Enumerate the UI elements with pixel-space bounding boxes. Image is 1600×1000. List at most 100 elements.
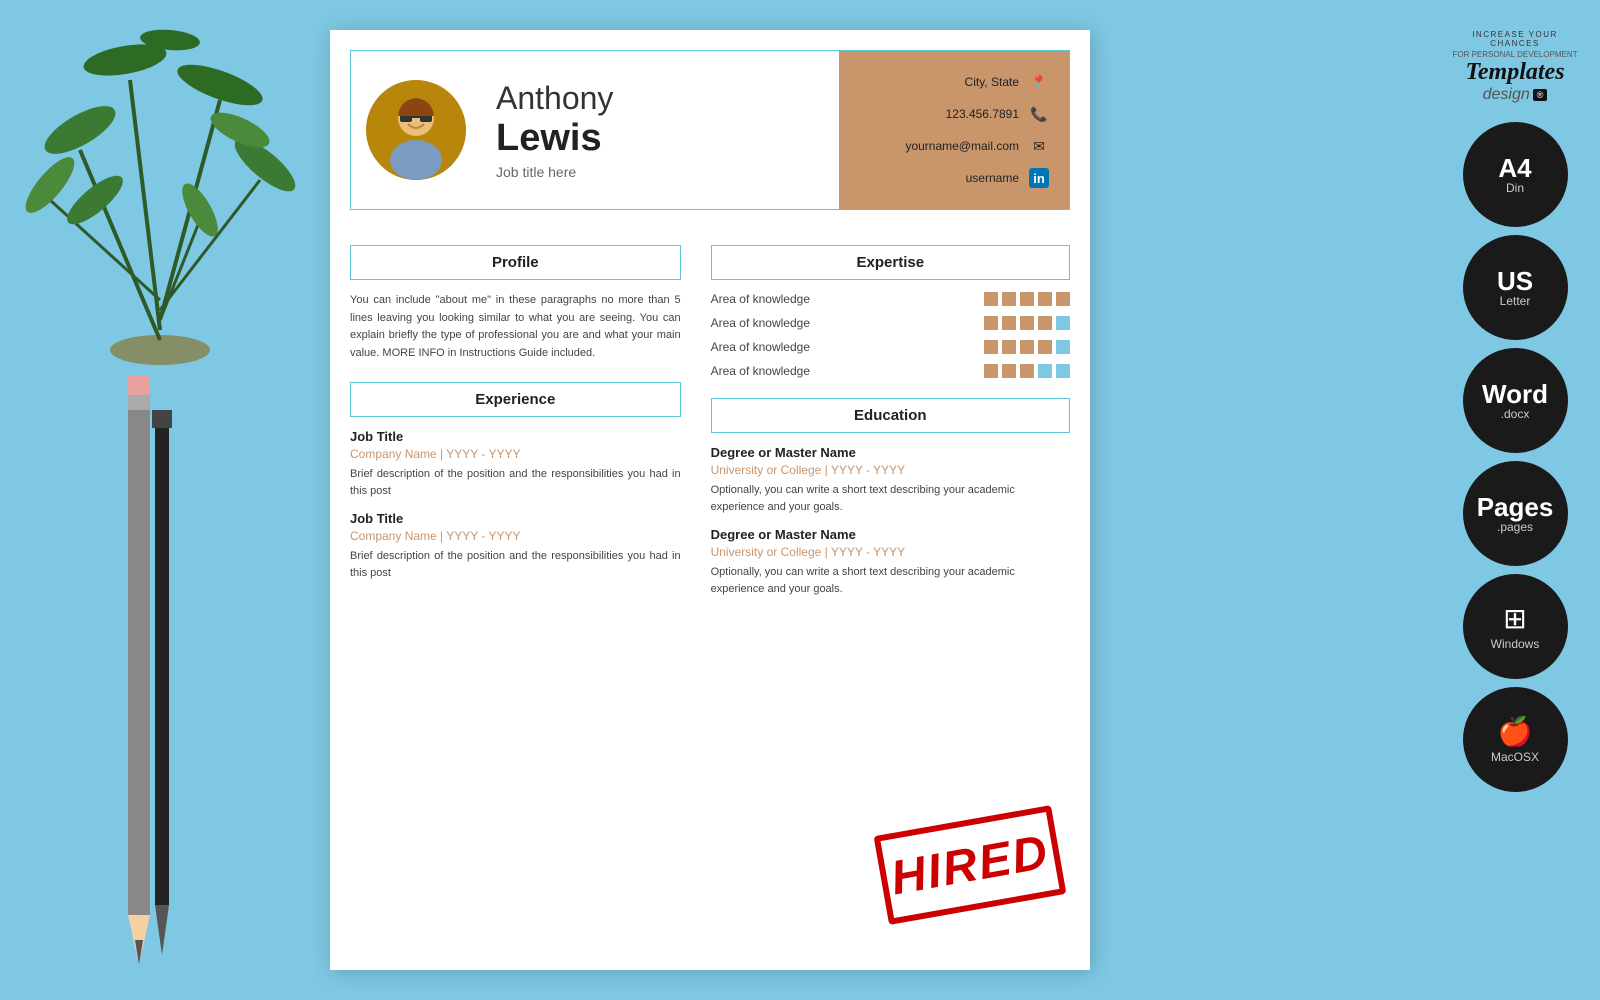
skill-dots-1	[984, 292, 1070, 306]
profile-section: Profile You can include "about me" in th…	[350, 245, 681, 362]
hired-stamp: HIRED	[874, 805, 1067, 925]
badge-us: US Letter	[1463, 235, 1568, 340]
skill-dots-2	[984, 316, 1070, 330]
linkedin-text: username	[966, 171, 1019, 185]
company-1: Company Name | YYYY - YYYY	[350, 447, 681, 461]
badge-macosx-sub: MacOSX	[1491, 750, 1539, 764]
phone-icon: 📞	[1029, 104, 1049, 124]
edu-desc-1: Optionally, you can write a short text d…	[711, 482, 1070, 515]
dot	[1056, 292, 1070, 306]
dot-empty	[1038, 364, 1052, 378]
phone-text: 123.456.7891	[946, 107, 1019, 121]
dot	[984, 364, 998, 378]
resume-body: Profile You can include "about me" in th…	[330, 225, 1090, 617]
education-header: Education	[711, 398, 1070, 433]
job-title: Job title here	[496, 164, 824, 180]
avatar	[366, 80, 466, 180]
profile-text: You can include "about me" in these para…	[350, 292, 681, 362]
expertise-item-4: Area of knowledge	[711, 364, 1070, 378]
dot-empty	[1056, 316, 1070, 330]
dot	[1002, 316, 1016, 330]
dot-empty	[1056, 364, 1070, 378]
expertise-section: Expertise Area of knowledge Area of know…	[711, 245, 1070, 378]
left-column: Profile You can include "about me" in th…	[350, 245, 696, 597]
experience-header: Experience	[350, 382, 681, 417]
expertise-item-3: Area of knowledge	[711, 340, 1070, 354]
expertise-item-2: Area of knowledge	[711, 316, 1070, 330]
badge-word-main: Word	[1482, 381, 1548, 407]
skill-dots-4	[984, 364, 1070, 378]
badge-pages-main: Pages	[1477, 494, 1554, 520]
dot	[984, 340, 998, 354]
dot	[1002, 340, 1016, 354]
job-title-2: Job Title	[350, 511, 681, 526]
linkedin-icon: in	[1029, 168, 1049, 188]
location-icon: 📍	[1029, 72, 1049, 92]
city-text: City, State	[965, 75, 1019, 89]
badge-word: Word .docx	[1463, 348, 1568, 453]
hired-text: HIRED	[887, 824, 1053, 906]
email-text: yourname@mail.com	[905, 139, 1019, 153]
badge-a4-main: A4	[1498, 155, 1531, 181]
job-item-1: Job Title Company Name | YYYY - YYYY Bri…	[350, 429, 681, 499]
dot-empty	[1056, 340, 1070, 354]
apple-icon: 🍎	[1498, 715, 1533, 748]
edu-item-2: Degree or Master Name University or Coll…	[711, 527, 1070, 597]
badge-us-sub: Letter	[1500, 294, 1531, 308]
dot	[1020, 340, 1034, 354]
job-desc-1: Brief description of the position and th…	[350, 466, 681, 499]
phone-contact: 123.456.7891 📞	[859, 104, 1049, 124]
badge-macosx: 🍎 MacOSX	[1463, 687, 1568, 792]
profile-header: Profile	[350, 245, 681, 280]
dot	[984, 316, 998, 330]
job-item-2: Job Title Company Name | YYYY - YYYY Bri…	[350, 511, 681, 581]
badge-windows: ⊞ Windows	[1463, 574, 1568, 679]
dot	[1020, 364, 1034, 378]
dot	[1020, 316, 1034, 330]
job-desc-2: Brief description of the position and th…	[350, 548, 681, 581]
resume-header: Anthony Lewis Job title here City, State…	[350, 50, 1070, 210]
job-title-1: Job Title	[350, 429, 681, 444]
header-photo	[351, 51, 481, 209]
right-sidebar: INCREASE YOUR CHANCES FOR PERSONAL DEVEL…	[1450, 30, 1580, 792]
expertise-header: Expertise	[711, 245, 1070, 280]
city-contact: City, State 📍	[859, 72, 1049, 92]
degree-2: Degree or Master Name	[711, 527, 1070, 542]
dot	[1038, 340, 1052, 354]
badge-a4-sub: Din	[1506, 181, 1524, 195]
edu-desc-2: Optionally, you can write a short text d…	[711, 564, 1070, 597]
expertise-label-3: Area of knowledge	[711, 340, 810, 354]
expertise-label-4: Area of knowledge	[711, 364, 810, 378]
education-section: Education Degree or Master Name Universi…	[711, 398, 1070, 597]
first-name: Anthony	[496, 80, 824, 117]
expertise-label-1: Area of knowledge	[711, 292, 810, 306]
last-name: Lewis	[496, 117, 824, 160]
expertise-label-2: Area of knowledge	[711, 316, 810, 330]
plant-decoration	[0, 0, 320, 380]
dot	[1020, 292, 1034, 306]
contact-info: City, State 📍 123.456.7891 📞 yourname@ma…	[839, 51, 1069, 209]
degree-1: Degree or Master Name	[711, 445, 1070, 460]
expertise-item-1: Area of knowledge	[711, 292, 1070, 306]
brand-logo: INCREASE YOUR CHANCES FOR PERSONAL DEVEL…	[1450, 30, 1580, 104]
badge-pages-sub: .pages	[1497, 520, 1533, 534]
badge-windows-sub: Windows	[1491, 637, 1540, 651]
pencil-decoration	[100, 345, 180, 1000]
university-1: University or College | YYYY - YYYY	[711, 463, 1070, 477]
email-icon: ✉	[1029, 136, 1049, 156]
badge-us-main: US	[1497, 268, 1533, 294]
university-2: University or College | YYYY - YYYY	[711, 545, 1070, 559]
right-column: Expertise Area of knowledge Area of know…	[696, 245, 1070, 597]
edu-item-1: Degree or Master Name University or Coll…	[711, 445, 1070, 515]
badge-word-sub: .docx	[1501, 407, 1530, 421]
skill-dots-3	[984, 340, 1070, 354]
header-name-section: Anthony Lewis Job title here	[481, 51, 839, 209]
dot	[1002, 292, 1016, 306]
badge-pages: Pages .pages	[1463, 461, 1568, 566]
linkedin-contact: username in	[859, 168, 1049, 188]
dot	[1038, 316, 1052, 330]
email-contact: yourname@mail.com ✉	[859, 136, 1049, 156]
dot	[984, 292, 998, 306]
windows-icon: ⊞	[1503, 602, 1526, 635]
dot	[1002, 364, 1016, 378]
